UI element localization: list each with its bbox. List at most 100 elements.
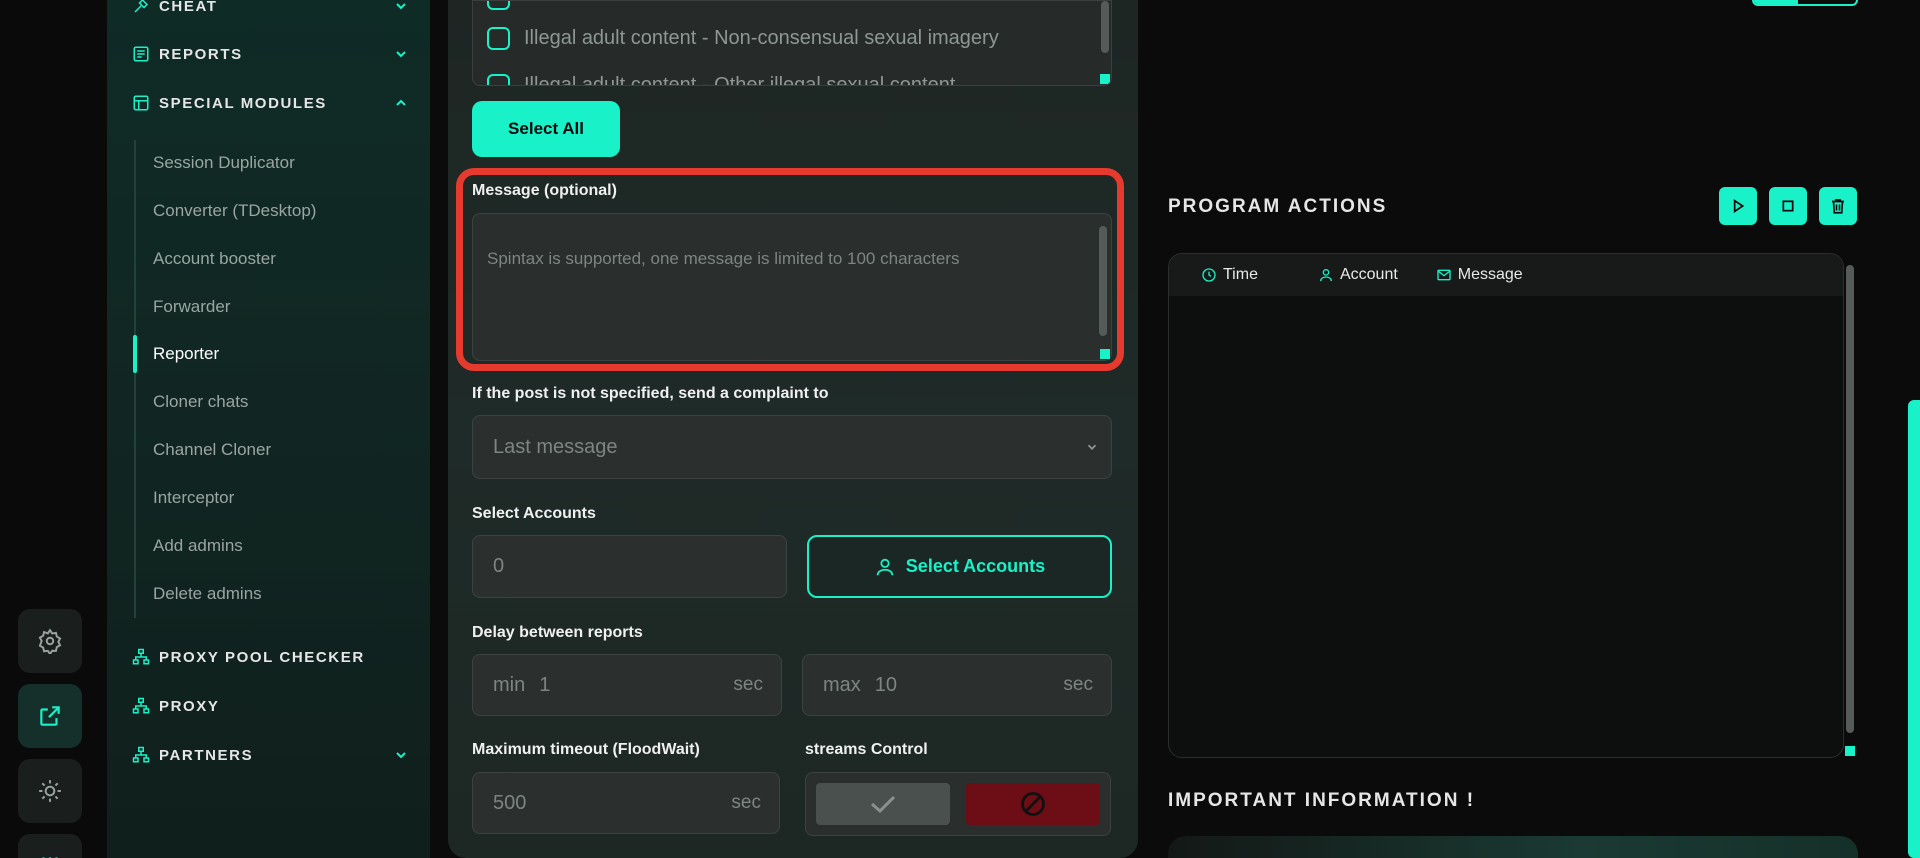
user-icon xyxy=(1319,269,1332,282)
sidebar-item-channel-cloner[interactable]: Channel Cloner xyxy=(153,437,271,463)
important-info-title: IMPORTANT INFORMATION ! xyxy=(1168,790,1476,811)
resize-handle[interactable] xyxy=(1100,74,1110,84)
stream-enable-button[interactable] xyxy=(816,783,950,825)
sidebar-item-account-booster[interactable]: Account booster xyxy=(153,246,276,272)
column-label: Time xyxy=(1223,266,1258,283)
section-proxy[interactable]: PROXY xyxy=(131,692,410,720)
checklist-scrollbar[interactable] xyxy=(1101,1,1109,53)
section-label: REPORTS xyxy=(159,45,243,63)
timeout-label: Maximum timeout (FloodWait) xyxy=(472,741,700,758)
sidebar-item-delete-admins[interactable]: Delete admins xyxy=(153,581,262,607)
clear-log-button[interactable] xyxy=(1819,187,1857,225)
delay-min-field[interactable]: min 1 sec xyxy=(472,654,782,716)
bars-icon xyxy=(42,857,58,858)
delay-min-prefix: min xyxy=(493,673,526,696)
delay-max-field[interactable]: max 10 sec xyxy=(802,654,1112,716)
sidebar-item-reporter[interactable]: Reporter xyxy=(153,341,219,367)
select-all-button[interactable]: Select All xyxy=(472,101,620,157)
reason-label: Illegal adult content - Other illegal se… xyxy=(524,74,956,86)
fallback-value: Last message xyxy=(493,435,618,458)
left-rail xyxy=(0,0,107,858)
accounts-label: Select Accounts xyxy=(472,505,596,522)
checkbox[interactable] xyxy=(487,74,510,85)
select-accounts-button[interactable]: Select Accounts xyxy=(807,535,1112,598)
select-accounts-label: Select Accounts xyxy=(905,556,1046,576)
section-cheat[interactable]: CHEAT xyxy=(131,0,410,20)
unit-label: sec xyxy=(731,792,761,813)
delay-max-value: 10 xyxy=(874,673,898,696)
highlight-box xyxy=(456,168,1124,371)
reason-row[interactable]: Illegal adult content - Non-consensual s… xyxy=(487,27,999,50)
section-special-modules[interactable]: SPECIAL MODULES xyxy=(131,89,410,117)
actions-log-table: Time Account Message xyxy=(1168,253,1844,758)
submenu-line xyxy=(134,140,136,618)
settings-button[interactable] xyxy=(18,609,82,673)
page-scrollbar[interactable] xyxy=(1908,400,1920,858)
sidebar-item-interceptor[interactable]: Interceptor xyxy=(153,485,234,511)
chevron-down-icon xyxy=(392,746,410,764)
unit-label: sec xyxy=(1063,674,1093,695)
important-info-card xyxy=(1168,836,1858,858)
reason-row-partial[interactable] xyxy=(487,1,524,10)
section-proxy-pool-checker[interactable]: PROXY POOL CHECKER xyxy=(131,643,410,671)
stop-button[interactable] xyxy=(1769,187,1807,225)
sidebar-item-add-admins[interactable]: Add admins xyxy=(153,533,243,559)
log-scrollbar[interactable] xyxy=(1846,265,1854,733)
stream-disable-button[interactable] xyxy=(966,783,1100,825)
section-label: CHEAT xyxy=(159,0,218,15)
section-reports[interactable]: REPORTS xyxy=(131,40,410,68)
fallback-label: If the post is not specified, send a com… xyxy=(472,385,829,402)
theme-toggle-button[interactable] xyxy=(18,759,82,823)
mail-icon xyxy=(1437,269,1451,281)
sidebar-item-session-duplicator[interactable]: Session Duplicator xyxy=(153,150,295,176)
top-toggle[interactable] xyxy=(1752,0,1858,6)
modules-icon xyxy=(131,93,151,113)
timeout-value: 500 xyxy=(493,791,527,814)
clock-icon xyxy=(1202,268,1216,282)
gear-icon xyxy=(38,628,62,654)
section-label: PROXY POOL CHECKER xyxy=(159,648,365,666)
reasons-checklist[interactable]: Illegal adult content - Non-consensual s… xyxy=(472,0,1112,86)
check-icon xyxy=(871,795,896,814)
resize-handle[interactable] xyxy=(1845,746,1855,756)
active-indicator xyxy=(133,335,137,373)
chevron-up-icon xyxy=(392,94,410,112)
section-label: PROXY xyxy=(159,697,220,715)
network-icon xyxy=(131,696,151,716)
timeout-field[interactable]: 500 sec xyxy=(472,772,780,834)
start-button[interactable] xyxy=(1719,187,1757,225)
sidebar-item-forwarder[interactable]: Forwarder xyxy=(153,294,230,320)
trash-icon xyxy=(1832,199,1844,214)
toggle-fill xyxy=(1754,0,1798,4)
unit-label: sec xyxy=(733,674,763,695)
network-icon xyxy=(131,647,151,667)
block-icon xyxy=(1021,792,1045,816)
delay-label: Delay between reports xyxy=(472,624,643,641)
column-message: Message xyxy=(1436,266,1523,284)
column-account: Account xyxy=(1318,266,1398,284)
cheat-icon xyxy=(131,0,151,16)
play-icon xyxy=(1733,199,1745,213)
accounts-count-field[interactable]: 0 xyxy=(472,535,787,598)
network-icon xyxy=(131,745,151,765)
extra-rail-button[interactable] xyxy=(18,834,82,858)
reason-label: Illegal adult content - Non-consensual s… xyxy=(524,27,999,49)
reports-icon xyxy=(131,44,151,64)
external-link-icon xyxy=(40,706,60,726)
reason-row[interactable]: Illegal adult content - Other illegal se… xyxy=(487,74,956,86)
sun-icon xyxy=(39,780,61,802)
accounts-count: 0 xyxy=(493,555,505,577)
sidebar: CHEAT REPORTS SPECIAL MODULES Session Du… xyxy=(107,0,430,858)
delay-min-value: 1 xyxy=(539,673,551,696)
section-partners[interactable]: PARTNERS xyxy=(131,741,410,769)
chevron-down-icon xyxy=(392,45,410,63)
sidebar-item-converter[interactable]: Converter (TDesktop) xyxy=(153,198,316,224)
sidebar-item-cloner-chats[interactable]: Cloner chats xyxy=(153,389,248,415)
checkbox[interactable] xyxy=(487,27,510,50)
app-root: CHEAT REPORTS SPECIAL MODULES Session Du… xyxy=(0,0,1920,858)
external-link-button[interactable] xyxy=(18,684,82,748)
checkbox[interactable] xyxy=(487,1,510,10)
chevron-down-icon xyxy=(392,0,410,15)
fallback-select[interactable]: Last message xyxy=(472,415,1112,479)
chevron-down-icon xyxy=(1087,444,1097,450)
